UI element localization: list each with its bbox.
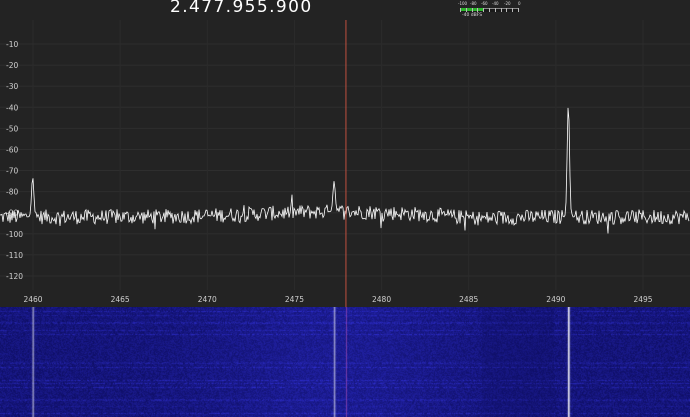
x-tick-label: 2470 — [198, 295, 217, 304]
x-tick-label: 2460 — [23, 295, 42, 304]
x-tick-label: 2490 — [546, 295, 565, 304]
spectrum-plot[interactable]: -10-20-30-40-50-60-70-80-90-100-110-120 … — [0, 0, 690, 417]
y-tick-label: -20 — [6, 61, 18, 70]
y-tick-label: -120 — [6, 272, 23, 281]
y-tick-label: -40 — [6, 103, 18, 112]
meter-scale-label: -20 — [504, 1, 511, 6]
signal-meter-scale: -100 -80 -60 -40 -20 0 — [458, 1, 522, 7]
signal-meter-readout: -40 dBFS — [462, 13, 483, 18]
x-tick-label: 2475 — [285, 295, 304, 304]
x-tick-label: 2495 — [633, 295, 652, 304]
meter-scale-label: 0 — [518, 1, 521, 6]
waterfall-display[interactable] — [0, 307, 690, 417]
y-tick-label: -30 — [6, 82, 18, 91]
y-tick-label: -80 — [6, 188, 18, 197]
signal-level-meter: -100 -80 -60 -40 -20 0 -40 dBFS — [456, 0, 522, 20]
y-tick-label: -70 — [6, 167, 18, 176]
meter-scale-label: -60 — [481, 1, 488, 6]
sdr-receiver-window: -10 -20 -30 -40 -50 -60 -70 -80 -90 -100 -110 -120 … — [0, 0, 690, 417]
meter-scale-label: -80 — [470, 1, 477, 6]
signal-meter-ticks — [460, 8, 519, 12]
frequency-readout[interactable]: 2.477.955.900 — [170, 0, 313, 17]
x-tick-label: 2465 — [111, 295, 130, 304]
spectrum-display[interactable]: -10 -20 -30 -40 -50 -60 -70 -80 -90 -100 -110 -120 … — [0, 0, 690, 417]
meter-scale-label: -40 — [492, 1, 499, 6]
y-tick-label: -60 — [6, 145, 18, 154]
meter-scale-label: -100 — [458, 1, 468, 6]
y-tick-label: -50 — [6, 124, 18, 133]
x-tick-label: 2480 — [372, 295, 391, 304]
x-tick-label: 2485 — [459, 295, 478, 304]
y-tick-label: -100 — [6, 230, 23, 239]
y-tick-label: -10 — [6, 40, 18, 49]
y-tick-label: -110 — [6, 251, 23, 260]
